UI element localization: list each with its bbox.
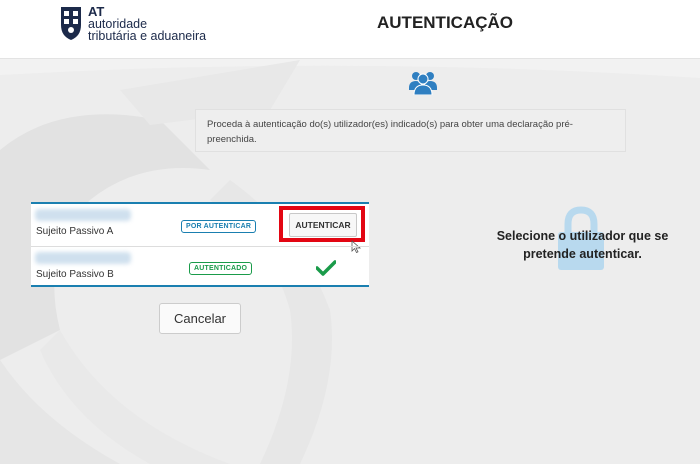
header-bar: AT autoridade tributária e aduaneira AUT…	[0, 0, 700, 59]
users-group-icon	[409, 72, 437, 95]
info-message: Proceda à autenticação do(s) utilizador(…	[195, 109, 626, 152]
subject-label: Sujeito Passivo B	[36, 269, 114, 280]
redacted-name	[35, 252, 131, 264]
cancel-button[interactable]: Cancelar	[159, 303, 241, 334]
logo-line-2: tributária e aduaneira	[88, 29, 207, 43]
table-row: Sujeito Passivo A POR AUTENTICAR AUTENTI…	[31, 204, 369, 253]
at-emblem-icon	[61, 7, 81, 40]
checkmark-icon	[316, 260, 336, 276]
authenticate-button[interactable]: AUTENTICAR	[289, 213, 357, 237]
subject-label: Sujeito Passivo A	[36, 226, 114, 237]
table-row: Sujeito Passivo B AUTENTICADO	[31, 246, 369, 288]
logo-text: AT autoridade tributária e aduaneira	[88, 5, 206, 42]
page-title: AUTENTICAÇÃO	[377, 13, 513, 32]
status-badge-pending: POR AUTENTICAR	[181, 220, 257, 233]
status-badge-authenticated: AUTENTICADO	[189, 262, 253, 275]
select-user-message: Selecione o utilizador que se pretende a…	[496, 229, 669, 261]
redacted-name	[35, 209, 131, 221]
at-logo[interactable]: AT autoridade tributária e aduaneira	[58, 5, 218, 43]
users-table: Sujeito Passivo A POR AUTENTICAR AUTENTI…	[31, 202, 369, 287]
